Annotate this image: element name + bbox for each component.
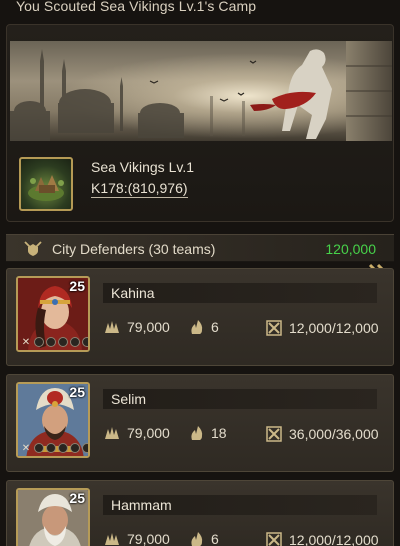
hero-level: 25	[69, 278, 85, 294]
target-name: Sea Vikings Lv.1	[91, 159, 194, 175]
marches-value: 6	[211, 319, 219, 335]
hero-name-bar: Hammam	[103, 495, 377, 515]
target-info: Sea Vikings Lv.1 K178:(810,976)	[19, 155, 379, 215]
crossed-swords-icon	[266, 532, 282, 546]
hero-stars: ✕	[20, 336, 88, 348]
troops-value: 79,000	[127, 531, 170, 546]
hero-portrait[interactable]: 25	[16, 488, 90, 546]
defender-card[interactable]: 25 ✕ Selim 79,000 18 36,000/36,000	[6, 374, 394, 472]
capacity-stat: 12,000/12,000	[265, 531, 379, 546]
hero-name: Kahina	[111, 285, 155, 301]
marches-stat: 18	[189, 425, 227, 441]
flame-icon	[191, 320, 203, 334]
banner-image	[10, 41, 392, 141]
troops-stat: 79,000	[103, 425, 170, 441]
defender-card[interactable]: 25 Hammam 79,000 6 12,000/12,000	[6, 480, 394, 546]
marches-stat: 6	[189, 319, 219, 335]
city-defenders-header: City Defenders (30 teams) 120,000	[6, 234, 394, 262]
troops-value: 79,000	[127, 319, 170, 335]
soldiers-icon	[105, 427, 119, 439]
troops-stat: 79,000	[103, 319, 170, 335]
hero-name: Selim	[111, 391, 147, 407]
soldiers-icon	[105, 533, 119, 545]
soldiers-icon	[105, 321, 119, 333]
capacity-stat: 36,000/36,000	[265, 425, 379, 443]
camp-icon[interactable]	[19, 157, 73, 211]
hero-level: 25	[69, 490, 85, 506]
section-title: City Defenders (30 teams)	[52, 241, 216, 257]
capacity-value: 12,000/12,000	[289, 532, 379, 546]
hero-name-bar: Selim	[103, 389, 377, 409]
hero-portrait[interactable]: 25 ✕	[16, 382, 90, 458]
capacity-value: 36,000/36,000	[289, 426, 379, 442]
scout-report-card: Sea Vikings Lv.1 K178:(810,976)	[6, 24, 394, 222]
hero-level: 25	[69, 384, 85, 400]
capacity-stat: 12,000/12,000	[265, 319, 379, 337]
marches-value: 6	[211, 531, 219, 546]
crossed-swords-icon	[266, 426, 282, 442]
target-coordinates-link[interactable]: K178:(810,976)	[91, 180, 188, 198]
capacity-value: 12,000/12,000	[289, 320, 379, 336]
troops-stat: 79,000	[103, 531, 170, 546]
hero-name-bar: Kahina	[103, 283, 377, 303]
swords-shield-icon	[24, 241, 42, 256]
marches-stat: 6	[189, 531, 219, 546]
defender-card[interactable]: 25 ✕ Kahina 79,000 6 12,000/12,000	[6, 268, 394, 366]
flame-icon	[191, 532, 203, 546]
hero-stars: ✕	[20, 442, 88, 454]
defenders-total: 120,000	[325, 241, 376, 257]
troops-value: 79,000	[127, 425, 170, 441]
hero-name: Hammam	[111, 497, 172, 513]
crossed-swords-icon	[266, 320, 282, 336]
hero-portrait[interactable]: 25 ✕	[16, 276, 90, 352]
marches-value: 18	[211, 425, 227, 441]
report-title: You Scouted Sea Vikings Lv.1's Camp	[16, 0, 257, 14]
flame-icon	[191, 426, 203, 440]
